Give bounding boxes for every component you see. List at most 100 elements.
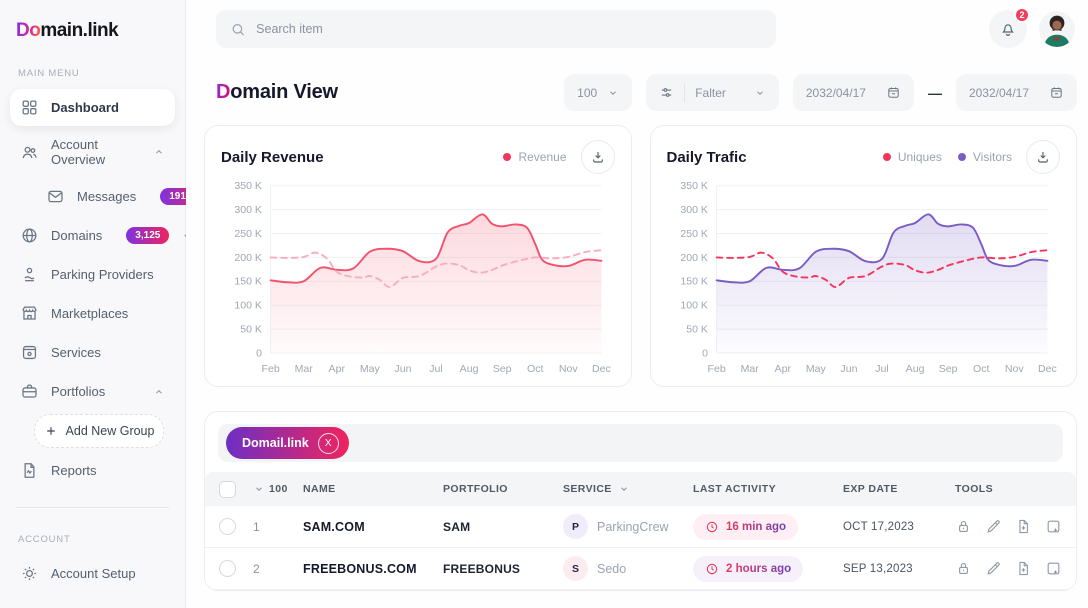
add-new-group-label: Add New Group (66, 424, 155, 438)
sidebar-item-label: Marketplaces (51, 306, 128, 321)
svg-text:200 K: 200 K (234, 252, 262, 264)
daily-trafic-chart: 350 K300 K250 K200 K150 K100 K50 K0FebMa… (667, 178, 1061, 378)
sidebar-item-messages[interactable]: Messages 19135 (10, 178, 175, 215)
add-new-group-button[interactable]: Add New Group (34, 414, 164, 448)
svg-text:0: 0 (256, 347, 262, 359)
page-title-accent: D (216, 81, 230, 103)
plus-icon (44, 424, 58, 438)
column-header-last-activity[interactable]: LAST ACTIVITY (693, 483, 843, 495)
service-cell: P ParkingCrew (563, 514, 693, 539)
brand-logo: Domain.link (10, 16, 175, 42)
date-from-picker[interactable]: 2032/04/17 (793, 74, 914, 111)
column-header-name[interactable]: NAME (303, 483, 443, 495)
briefcase-icon (20, 382, 39, 401)
download-chart-button[interactable] (1026, 140, 1060, 174)
sidebar-item-marketplaces[interactable]: Marketplaces (10, 295, 175, 332)
column-header-exp-date[interactable]: EXP DATE (843, 483, 955, 495)
svg-text:Dec: Dec (592, 363, 611, 375)
search-icon (230, 21, 246, 38)
svg-text:May: May (360, 363, 381, 375)
date-from-value: 2032/04/17 (806, 86, 866, 100)
domain-name[interactable]: FREEBONUS.COM (303, 562, 443, 576)
sidebar-item-parking-providers[interactable]: Parking Providers (10, 256, 175, 293)
sidebar-item-dashboard[interactable]: Dashboard (10, 89, 175, 126)
lock-icon[interactable] (955, 518, 972, 535)
sidebar-item-label: Account Setup (51, 566, 136, 581)
svg-text:Nov: Nov (559, 363, 579, 375)
storefront-icon (20, 304, 39, 323)
svg-text:Aug: Aug (460, 363, 479, 375)
table-header-row: 100 NAME PORTFOLIO SERVICE LAST ACTIVITY… (205, 472, 1076, 506)
svg-text:350 K: 350 K (234, 180, 262, 192)
chart-legend: Revenue (503, 150, 566, 164)
sidebar-item-domains[interactable]: Domains 3,125 (10, 217, 175, 254)
edit-icon[interactable] (985, 560, 1002, 577)
sidebar-item-report-a-bug[interactable]: Report a Bug (10, 594, 175, 608)
edit-icon[interactable] (985, 518, 1002, 535)
note-add-icon[interactable] (1045, 560, 1062, 577)
remove-filter-icon[interactable]: X (318, 433, 339, 454)
select-all-checkbox[interactable] (219, 481, 236, 498)
sidebar-item-label: Dashboard (51, 100, 119, 115)
lock-icon[interactable] (955, 560, 972, 577)
notification-count-badge: 2 (1014, 7, 1030, 23)
sidebar-item-account-overview[interactable]: Account Overview (10, 128, 175, 176)
domains-count-badge: 3,125 (126, 227, 169, 244)
search-bar[interactable] (216, 10, 776, 48)
domain-filter-chip[interactable]: Domail.link X (226, 427, 349, 459)
last-activity-cell: 2 hours ago (693, 556, 843, 582)
svg-text:Feb: Feb (262, 363, 280, 375)
svg-text:300 K: 300 K (680, 204, 708, 216)
tools-cell (955, 518, 1062, 535)
file-add-icon[interactable] (1015, 518, 1032, 535)
sidebar-item-label: Account Overview (51, 137, 129, 167)
portfolio-name: FREEBONUS (443, 562, 563, 576)
file-add-icon[interactable] (1015, 560, 1032, 577)
sidebar-item-label: Portfolios (51, 384, 105, 399)
daily-trafic-card: Daily Trafic Uniques Visitors (650, 125, 1078, 387)
row-checkbox[interactable] (219, 518, 236, 535)
sidebar-item-services[interactable]: Services (10, 334, 175, 371)
notifications-button[interactable]: 2 (989, 10, 1027, 48)
note-add-icon[interactable] (1045, 518, 1062, 535)
svg-text:300 K: 300 K (234, 204, 262, 216)
report-file-icon (20, 461, 39, 480)
legend-label: Uniques (898, 150, 942, 164)
sidebar-item-account-setup[interactable]: Account Setup (10, 555, 175, 592)
svg-text:250 K: 250 K (680, 228, 708, 240)
svg-text:Mar: Mar (740, 363, 759, 375)
sidebar-item-label: Services (51, 345, 101, 360)
page-size-value: 100 (577, 86, 597, 100)
domain-name[interactable]: SAM.COM (303, 520, 443, 534)
download-chart-button[interactable] (581, 140, 615, 174)
date-to-picker[interactable]: 2032/04/17 (956, 74, 1077, 111)
legend-item-revenue: Revenue (503, 150, 566, 164)
sidebar-divider (16, 507, 169, 508)
clock-icon (705, 520, 719, 534)
column-header-portfolio[interactable]: PORTFOLIO (443, 483, 563, 495)
sidebar-item-portfolios[interactable]: Portfolios (10, 373, 175, 410)
sidebar-item-reports[interactable]: Reports (10, 452, 175, 489)
search-input[interactable] (256, 22, 762, 36)
charts-row: Daily Revenue Revenue 350 K300 K250 K200… (204, 125, 1077, 387)
select-count[interactable]: 100 (253, 483, 303, 495)
column-header-service[interactable]: SERVICE (563, 483, 693, 495)
row-checkbox[interactable] (219, 560, 236, 577)
svg-text:Mar: Mar (295, 363, 314, 375)
users-icon (20, 143, 39, 162)
bell-icon (999, 20, 1017, 38)
user-avatar[interactable] (1039, 11, 1075, 47)
filter-dropdown[interactable]: Falter (646, 74, 779, 111)
row-number: 1 (253, 520, 303, 534)
svg-text:50 K: 50 K (240, 323, 262, 335)
chevron-up-icon[interactable] (153, 146, 165, 158)
svg-text:Sep: Sep (493, 363, 512, 375)
page-size-select[interactable]: 100 (564, 74, 632, 111)
page-title-rest: omain View (230, 81, 338, 103)
chevron-up-icon[interactable] (153, 386, 165, 398)
svg-text:Feb: Feb (707, 363, 725, 375)
last-activity-cell: 16 min ago (693, 514, 843, 540)
svg-text:Jul: Jul (875, 363, 889, 375)
globe-icon (20, 226, 39, 245)
main-area: 2 Domain View 100 Falter 2032/04/ (186, 0, 1088, 608)
